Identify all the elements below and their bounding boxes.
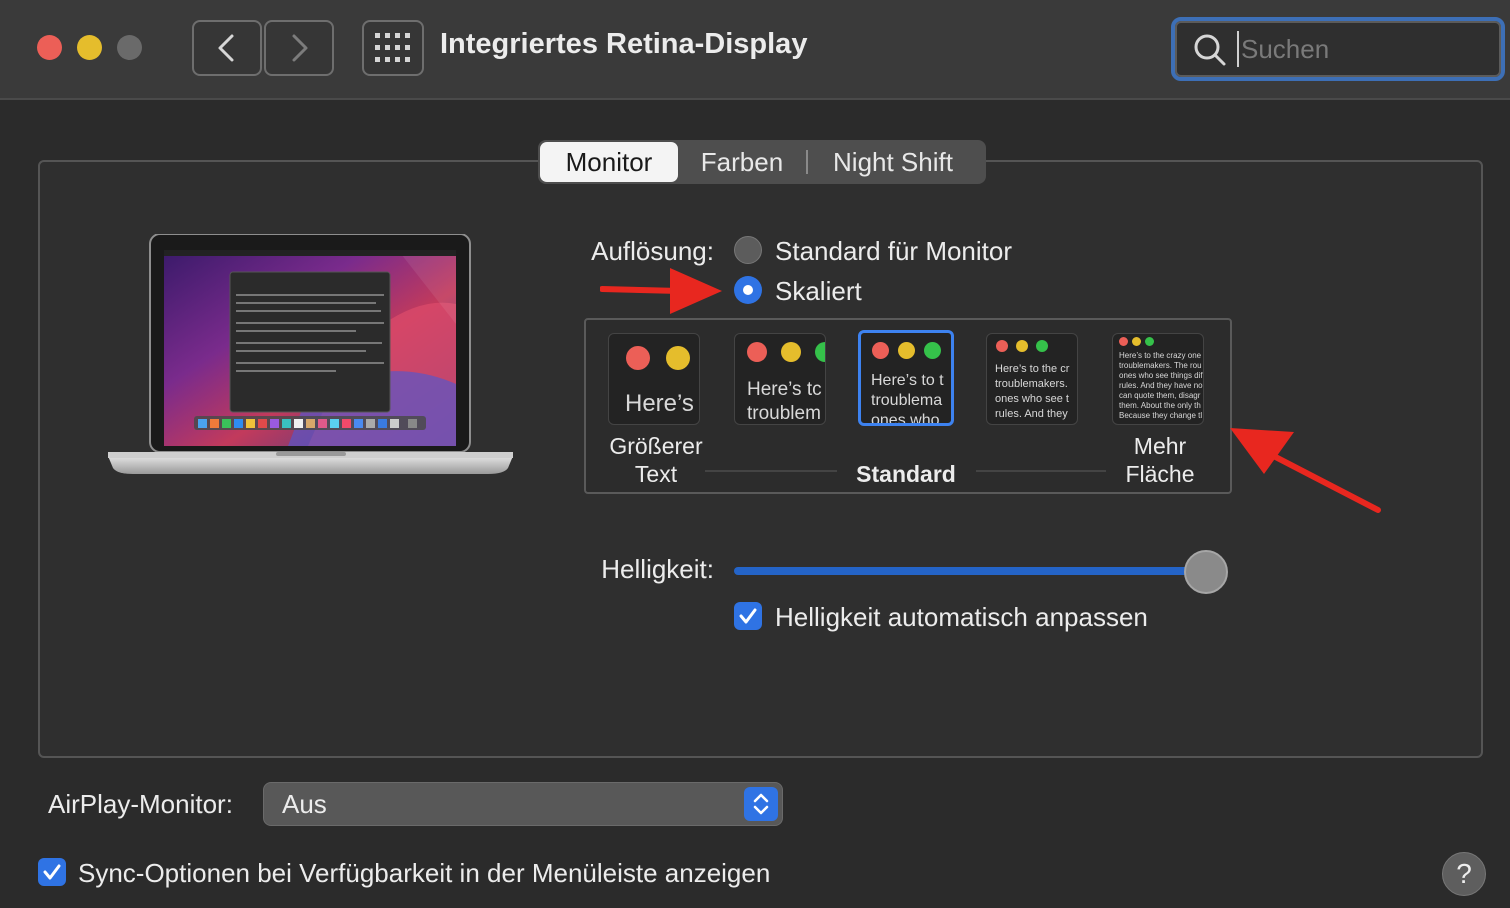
- laptop-illustration: [108, 234, 513, 474]
- popup-stepper[interactable]: [744, 787, 778, 821]
- traffic-light-icon: [872, 342, 889, 359]
- scale-option-4[interactable]: Here’s to the cr troublemakers. ones who…: [986, 333, 1078, 425]
- window-title: Integriertes Retina-Display: [440, 28, 808, 60]
- preview-text: Because they change tl: [1119, 411, 1203, 420]
- scale-option-2[interactable]: Here’s tc troublem: [734, 333, 826, 425]
- forward-button[interactable]: [264, 20, 334, 76]
- title-bar: Integriertes Retina-Display: [0, 0, 1510, 100]
- radio-scaled[interactable]: [734, 276, 762, 304]
- help-button[interactable]: ?: [1442, 852, 1486, 896]
- airplay-label: AirPlay-Monitor:: [48, 789, 233, 819]
- chevron-right-icon: [292, 34, 308, 62]
- traffic-light-icon: [666, 346, 690, 370]
- traffic-light-icon: [996, 340, 1008, 352]
- scale-line-right: [976, 470, 1106, 472]
- search-input[interactable]: [1237, 31, 1487, 67]
- traffic-light-icon: [781, 342, 801, 362]
- traffic-light-icon: [1016, 340, 1028, 352]
- tab-farben[interactable]: Farben: [678, 142, 806, 182]
- preview-text: can quote them, disagr: [1119, 391, 1201, 400]
- brightness-slider[interactable]: [734, 567, 1204, 575]
- auto-brightness-label[interactable]: Helligkeit automatisch anpassen: [775, 602, 1148, 633]
- radio-standard-label[interactable]: Standard für Monitor: [775, 236, 1012, 267]
- preview-text: Here’s tc: [747, 379, 822, 400]
- checkmark-icon: [43, 864, 61, 880]
- show-all-button[interactable]: [362, 20, 424, 76]
- traffic-light-icon: [626, 346, 650, 370]
- traffic-light-icon: [1036, 340, 1048, 352]
- search-icon: [1194, 34, 1226, 66]
- traffic-light-icon: [1145, 337, 1154, 346]
- tab-night-shift[interactable]: Night Shift: [808, 142, 978, 182]
- checkmark-icon: [739, 608, 757, 624]
- preview-text: them. About the only th: [1119, 401, 1201, 410]
- tab-monitor[interactable]: Monitor: [540, 142, 678, 182]
- preview-text: ones who see t: [995, 393, 1069, 405]
- annotation-arrow-icon: [600, 268, 722, 314]
- radio-standard[interactable]: [734, 236, 762, 264]
- auto-brightness-checkbox[interactable]: [734, 602, 762, 630]
- preview-text: ones who see things dif: [1119, 371, 1203, 380]
- minimize-window-button[interactable]: [77, 35, 102, 60]
- caption-larger-text: Größerer Text: [609, 433, 703, 487]
- traffic-light-icon: [1132, 337, 1141, 346]
- brightness-label: Helligkeit:: [601, 554, 714, 584]
- search-box[interactable]: [1171, 17, 1505, 81]
- preview-text: troublem: [747, 403, 821, 424]
- traffic-light-icon: [815, 342, 825, 362]
- airplay-select-value: Aus: [282, 789, 327, 819]
- preview-text: rules. And they: [995, 408, 1068, 420]
- traffic-light-icon: [747, 342, 767, 362]
- preview-text: troublemakers.: [995, 378, 1068, 390]
- preview-text: Here’s to the crazy one: [1119, 351, 1202, 360]
- preview-text: Here’s: [625, 390, 694, 417]
- traffic-light-icon: [1119, 337, 1128, 346]
- grid-icon: [375, 33, 410, 62]
- annotation-arrow-icon: [1230, 428, 1381, 513]
- back-button[interactable]: [192, 20, 262, 76]
- preview-text: rules. And they have no: [1119, 381, 1203, 390]
- preview-text: ones who: [871, 412, 940, 426]
- scale-option-5[interactable]: Here’s to the crazy one troublemakers. T…: [1112, 333, 1204, 425]
- sync-options-label[interactable]: Sync-Optionen bei Verfügbarkeit in der M…: [78, 858, 770, 889]
- scale-option-1[interactable]: Here’s: [608, 333, 700, 425]
- zoom-window-button[interactable]: [117, 35, 142, 60]
- brightness-slider-knob[interactable]: [1184, 550, 1228, 594]
- radio-scaled-label[interactable]: Skaliert: [775, 276, 862, 307]
- caption-more-space: Mehr Fläche: [1125, 433, 1195, 487]
- preview-text: Here’s to the cr: [995, 363, 1070, 375]
- preview-text: Here’s to t: [871, 372, 944, 389]
- tab-bar: Monitor Farben Night Shift: [538, 140, 986, 184]
- traffic-light-icon: [924, 342, 941, 359]
- preview-text: troublema: [871, 392, 943, 409]
- scale-option-3-selected[interactable]: Here’s to t troublema ones who: [858, 330, 954, 426]
- scale-line-left: [705, 470, 837, 472]
- traffic-light-icon: [898, 342, 915, 359]
- airplay-select[interactable]: Aus: [263, 782, 783, 826]
- caption-standard: Standard: [856, 461, 956, 487]
- chevron-left-icon: [218, 34, 234, 62]
- preview-text: troublemakers. The rou: [1119, 361, 1202, 370]
- chevron-up-down-icon: [753, 793, 769, 815]
- close-window-button[interactable]: [37, 35, 62, 60]
- sync-options-checkbox[interactable]: [38, 858, 66, 886]
